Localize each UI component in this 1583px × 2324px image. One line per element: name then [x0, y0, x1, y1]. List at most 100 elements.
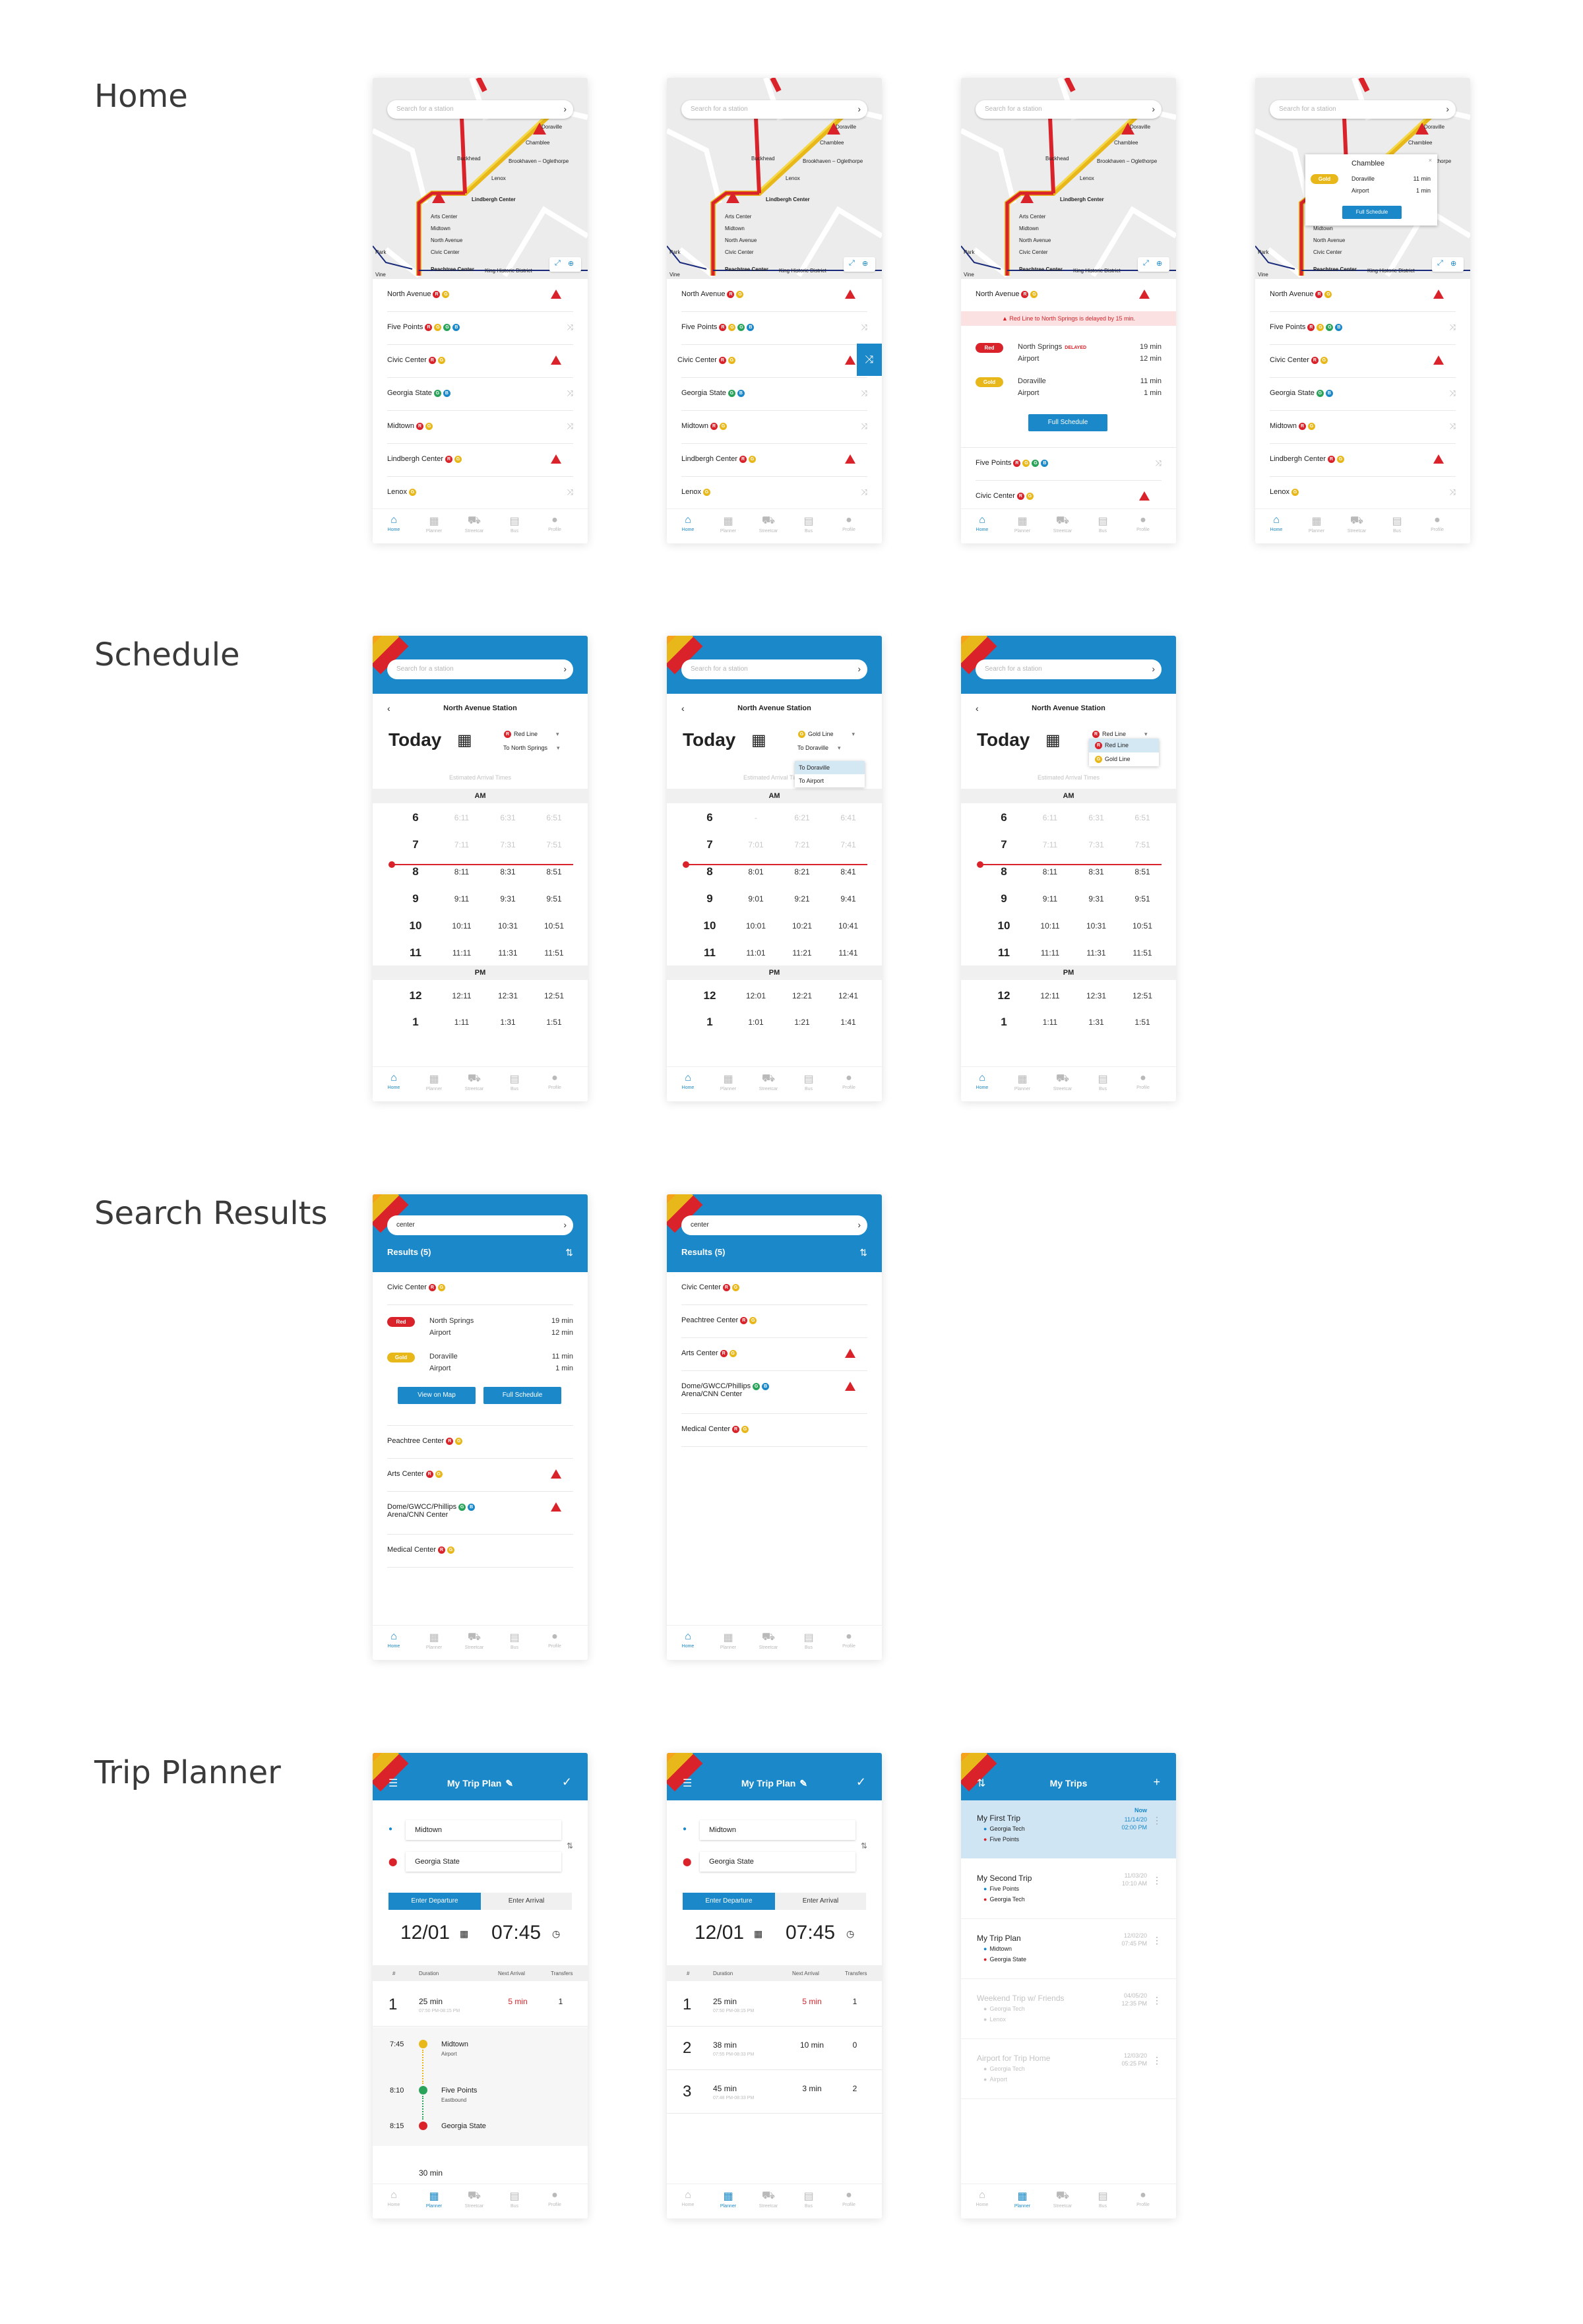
map-label-lenox[interactable]: Lenox [491, 175, 506, 181]
alert-icon[interactable] [845, 355, 855, 365]
map-label-lindbergh[interactable]: Lindbergh Center [1060, 197, 1104, 202]
map-label-civic[interactable]: Civic Center [1019, 249, 1048, 255]
calendar-icon[interactable]: ▦ [754, 1928, 762, 1940]
map-label-doraville[interactable]: Doraville [1130, 124, 1150, 130]
arrival-time[interactable]: 8:11 [445, 867, 478, 876]
station-row[interactable]: Lenox G ⤨ [1270, 477, 1456, 510]
pin-icon[interactable]: ⤨ [861, 322, 867, 332]
chevron-right-icon[interactable]: › [857, 1219, 861, 1230]
view-on-map-button[interactable]: View on Map [398, 1387, 476, 1404]
tab-profile[interactable]: ● Profile [829, 514, 869, 532]
pin-icon[interactable]: ⤨ [861, 388, 867, 398]
tab-bus[interactable]: ▤ Bus [495, 2189, 534, 2209]
map-label-doraville[interactable]: Doraville [836, 124, 856, 130]
check-icon[interactable]: ✓ [856, 1775, 866, 1789]
tab-profile[interactable]: ● Profile [535, 1631, 574, 1649]
tab-bus[interactable]: ▤ Bus [789, 1072, 828, 1091]
map-label-king[interactable]: King Historic District [779, 268, 826, 274]
map-label-civic[interactable]: Civic Center [431, 249, 460, 255]
arrival-time[interactable]: 9:11 [1034, 894, 1067, 903]
arrival-time[interactable]: 9:41 [832, 894, 865, 903]
map-label-north_avenue[interactable]: North Avenue [1313, 237, 1345, 243]
arrival-time[interactable]: 10:21 [786, 921, 819, 931]
saved-trip-item[interactable]: My Second Trip ● Five Points ● Georgia Tech 1… [961, 1860, 1176, 1919]
tab-profile[interactable]: ● Profile [535, 2189, 574, 2207]
expand-icon[interactable]: ⤢ [555, 259, 561, 268]
arrival-time[interactable]: 6:41 [832, 813, 865, 822]
locate-icon[interactable]: ⊕ [1450, 259, 1456, 268]
arrival-time[interactable]: 7:31 [491, 840, 524, 849]
more-options-icon[interactable]: ⋮ [1152, 1995, 1162, 2006]
map-label-chamblee[interactable]: Chamblee [1114, 140, 1138, 146]
station-row[interactable]: Peachtree Center R G [681, 1305, 867, 1338]
arrival-time[interactable]: 8:11 [1034, 867, 1067, 876]
saved-trip-item[interactable]: Airport for Trip Home ● Georgia Tech ● Airpo… [961, 2040, 1176, 2099]
locate-icon[interactable]: ⊕ [1156, 259, 1162, 268]
swap-icon[interactable]: ⇅ [861, 1841, 867, 1850]
tab-home[interactable]: ⌂ Home [374, 514, 414, 532]
expand-icon[interactable]: ⤢ [849, 259, 855, 268]
arrival-time[interactable]: 11:21 [786, 948, 819, 958]
station-row[interactable]: Lenox G ⤨ [387, 477, 573, 510]
station-row[interactable]: Midtown R G ⤨ [1270, 411, 1456, 444]
date-value[interactable]: 12/01 [400, 1922, 450, 1944]
chevron-right-icon[interactable]: › [1152, 104, 1155, 114]
pin-icon[interactable]: ⤨ [1449, 421, 1456, 431]
station-row[interactable]: Peachtree Center R G [387, 1426, 573, 1459]
station-search[interactable]: Search for a station › [681, 659, 867, 679]
map-label-civic[interactable]: Civic Center [725, 249, 754, 255]
map-label-park[interactable]: Park [1258, 249, 1268, 255]
alert-icon[interactable] [845, 454, 855, 464]
tab-planner[interactable]: ▦ Planner [414, 1072, 454, 1091]
tab-bus[interactable]: ▤ Bus [1083, 2189, 1123, 2209]
tab-home[interactable]: ⌂ Home [1257, 514, 1296, 532]
station-row[interactable]: Five Points R G G B ⤨ [976, 448, 1162, 481]
arrival-time[interactable]: 7:51 [1126, 840, 1159, 849]
tab-planner[interactable]: ▦ Planner [1297, 514, 1336, 534]
arrival-time[interactable]: 6:31 [1080, 813, 1113, 822]
station-row[interactable]: Civic Center R G [387, 345, 573, 378]
tab-home[interactable]: ⌂ Home [962, 514, 1002, 532]
add-trip-button[interactable]: + [1153, 1775, 1160, 1789]
arrival-time[interactable]: 11:31 [1080, 948, 1113, 958]
enter-arrival-tab[interactable]: Enter Arrival [481, 1893, 572, 1910]
map-label-king[interactable]: King Historic District [485, 268, 532, 274]
edit-icon[interactable]: ✎ [799, 1778, 807, 1789]
arrival-time[interactable]: 11:01 [739, 948, 772, 958]
station-row[interactable]: North Avenue R G [976, 279, 1162, 312]
map-label-king[interactable]: King Historic District [1367, 268, 1415, 274]
chevron-right-icon[interactable]: › [857, 104, 861, 114]
station-row[interactable]: Georgia State G B ⤨ [681, 378, 867, 411]
expand-icon[interactable]: ⤢ [1143, 259, 1149, 268]
map-label-arts[interactable]: Arts Center [431, 214, 457, 220]
station-row[interactable]: Five Points R G G B ⤨ [1270, 312, 1456, 345]
pin-icon[interactable]: ⤨ [861, 421, 867, 431]
pin-icon[interactable]: ⤨ [1155, 458, 1162, 468]
tab-streetcar[interactable]: ⛟ Streetcar [454, 1631, 494, 1650]
arrival-time[interactable]: 8:31 [491, 867, 524, 876]
alert-icon[interactable] [551, 355, 561, 365]
map-label-vine[interactable]: Vine [1258, 272, 1268, 278]
arrival-time[interactable]: 9:31 [491, 894, 524, 903]
chevron-right-icon[interactable]: › [857, 663, 861, 674]
check-icon[interactable]: ✓ [562, 1775, 572, 1789]
tab-profile[interactable]: ● Profile [1417, 514, 1457, 532]
map-label-buckhead[interactable]: Buckhead [1045, 156, 1069, 162]
arrival-time[interactable]: 8:51 [538, 867, 571, 876]
alert-icon[interactable] [845, 1349, 855, 1358]
map-label-midtown[interactable]: Midtown [431, 226, 450, 231]
arrival-time[interactable]: 11:11 [445, 948, 478, 958]
pin-station-button[interactable]: ⤨ [857, 344, 882, 376]
enter-departure-tab[interactable]: Enter Departure [388, 1893, 481, 1910]
tab-profile[interactable]: ● Profile [1123, 1072, 1163, 1090]
map-label-brookhaven[interactable]: Brookhaven – Oglethorpe [803, 158, 863, 164]
more-options-icon[interactable]: ⋮ [1152, 2055, 1162, 2066]
tab-streetcar[interactable]: ⛟ Streetcar [454, 2189, 494, 2209]
station-search[interactable]: Search for a station › [976, 659, 1162, 679]
locate-icon[interactable]: ⊕ [862, 259, 868, 268]
alert-icon[interactable] [1433, 454, 1444, 464]
tab-bus[interactable]: ▤ Bus [1083, 1072, 1123, 1091]
alert-icon[interactable] [1433, 355, 1444, 365]
arrival-time[interactable]: 10:41 [832, 921, 865, 931]
station-row[interactable]: Lindbergh Center R G [387, 444, 573, 477]
